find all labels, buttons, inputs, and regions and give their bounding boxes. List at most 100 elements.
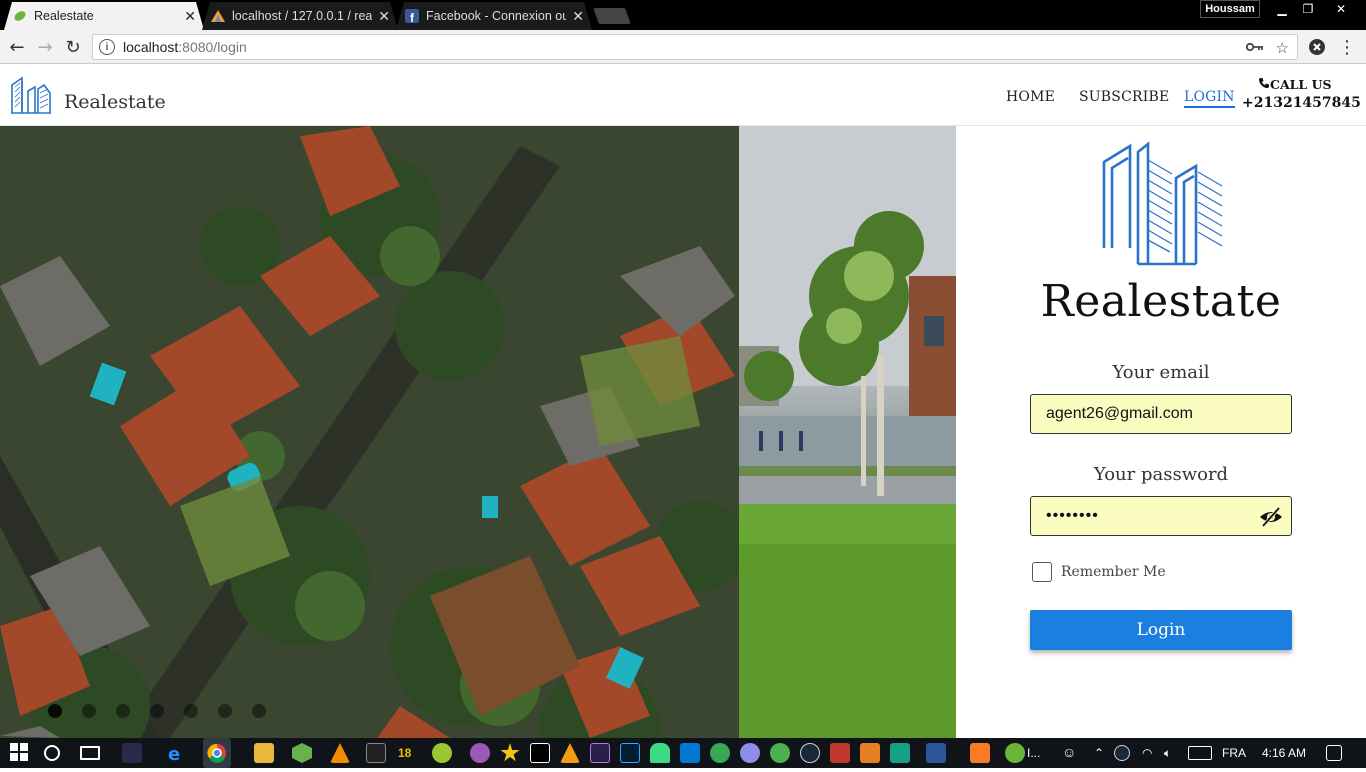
street-house-image <box>739 126 956 738</box>
fox-app-icon[interactable] <box>122 743 142 763</box>
tor-icon[interactable] <box>740 743 760 763</box>
facebook-icon: f <box>404 8 420 24</box>
leaf-icon <box>12 8 28 24</box>
new-tab-button[interactable] <box>593 8 631 24</box>
close-tab-icon[interactable]: ✕ <box>572 8 584 25</box>
spring-icon[interactable] <box>1005 743 1025 763</box>
extension-icon[interactable] <box>1304 34 1330 60</box>
password-label: Your password <box>1093 464 1229 485</box>
carousel-dot[interactable] <box>184 704 198 718</box>
sail-icon <box>210 8 226 24</box>
remember-me[interactable]: Remember Me <box>1032 562 1166 582</box>
windows-start-icon[interactable] <box>10 743 30 763</box>
url-host: localhost <box>123 39 179 55</box>
tab-phpmyadmin[interactable]: localhost / 127.0.0.1 / rea ✕ <box>202 2 398 30</box>
remember-label: Remember Me <box>1061 564 1166 580</box>
app-hexagon-icon[interactable] <box>292 743 312 763</box>
close-window-icon[interactable]: ✕ <box>1326 0 1356 18</box>
email-label: Your email <box>1112 362 1210 383</box>
nav-login[interactable]: LOGIN <box>1184 89 1235 108</box>
email-field[interactable]: agent26@gmail.com <box>1030 394 1292 434</box>
menu-kebab-icon[interactable]: ⋮ <box>1334 34 1360 60</box>
purple-app-icon[interactable] <box>470 743 490 763</box>
cortana-icon[interactable] <box>44 745 60 761</box>
word-icon[interactable] <box>926 743 946 763</box>
android-studio-icon[interactable] <box>650 743 670 763</box>
key-icon[interactable] <box>1245 40 1264 57</box>
svg-text:e: e <box>168 744 180 763</box>
email-value: agent26@gmail.com <box>1046 405 1193 422</box>
carousel-dot[interactable] <box>116 704 130 718</box>
carousel-dot[interactable] <box>48 704 62 718</box>
info-icon[interactable]: i <box>99 39 115 55</box>
restore-icon[interactable]: ❐ <box>1294 0 1322 18</box>
login-title: Realestate <box>1040 276 1282 327</box>
warning-app-icon[interactable] <box>560 743 580 763</box>
intellij-icon[interactable] <box>530 743 550 763</box>
wifi-icon[interactable]: ◠ <box>1142 746 1152 760</box>
red-app-icon[interactable] <box>830 743 850 763</box>
xampp-icon[interactable] <box>970 743 990 763</box>
close-tab-icon[interactable]: ✕ <box>184 8 196 25</box>
language-indicator[interactable]: FRA <box>1222 746 1246 760</box>
carousel-dot[interactable] <box>252 704 266 718</box>
file-explorer-icon[interactable] <box>254 743 274 763</box>
tab-facebook[interactable]: f Facebook - Connexion ou ✕ <box>396 2 592 30</box>
aerial-neighborhood-image <box>0 126 739 738</box>
green-app-icon[interactable] <box>710 743 730 763</box>
remember-checkbox[interactable] <box>1032 562 1052 582</box>
tab-title: localhost / 127.0.0.1 / rea <box>232 9 373 23</box>
phone-icon <box>1258 77 1270 92</box>
password-field[interactable]: •••••••• <box>1030 496 1292 536</box>
steam-icon[interactable] <box>800 743 820 763</box>
back-icon[interactable]: ← <box>4 34 30 60</box>
login-button[interactable]: Login <box>1030 610 1292 650</box>
task-view-icon[interactable] <box>80 746 100 760</box>
address-bar[interactable]: i localhost :8080/login ☆ <box>92 34 1298 60</box>
password-value: •••••••• <box>1046 507 1099 524</box>
building-logo-icon <box>10 75 52 119</box>
people-icon[interactable]: ☺ <box>1062 744 1076 760</box>
tab-realestate[interactable]: Realestate ✕ <box>4 2 204 30</box>
reload-icon[interactable]: ↻ <box>60 34 86 60</box>
close-tab-icon[interactable]: ✕ <box>378 8 390 25</box>
carousel-dot[interactable] <box>82 704 96 718</box>
minimize-icon[interactable]: ▁ <box>1268 0 1296 18</box>
chrome-taskbar-button[interactable] <box>203 738 231 768</box>
notifications-icon[interactable] <box>1326 745 1342 761</box>
call-us-label: CALL US <box>1270 77 1332 92</box>
xbox-icon[interactable] <box>770 743 790 763</box>
steam-tray-icon[interactable] <box>1114 745 1130 761</box>
star-app-icon[interactable] <box>500 743 520 762</box>
photoshop-icon[interactable] <box>620 743 640 763</box>
edge-icon[interactable]: e <box>166 743 186 765</box>
keyboard-icon[interactable] <box>1188 746 1212 760</box>
brand-logo-link[interactable]: Realestate <box>10 75 166 119</box>
url-path: :8080/login <box>178 39 247 55</box>
nav-home[interactable]: HOME <box>1006 89 1055 105</box>
hero-carousel <box>0 126 956 738</box>
vscode-icon[interactable] <box>680 743 700 763</box>
eye-slash-icon[interactable] <box>1259 506 1283 528</box>
volume-icon[interactable]: 🔈︎ <box>1164 746 1171 761</box>
bookmark-star-icon[interactable]: ☆ <box>1276 39 1289 57</box>
orange-app-icon[interactable] <box>860 743 880 763</box>
carousel-dot[interactable] <box>218 704 232 718</box>
badge-18-icon[interactable]: 18 <box>398 746 411 760</box>
chevron-up-icon[interactable]: ⌃ <box>1094 746 1104 760</box>
building-logo-icon <box>1100 138 1226 270</box>
phone-number[interactable]: +21321457845 <box>1242 95 1361 111</box>
nav-subscribe[interactable]: SUBSCRIBE <box>1079 89 1169 105</box>
android-app-icon[interactable] <box>432 743 452 763</box>
phpstorm-icon[interactable] <box>590 743 610 763</box>
profile-button[interactable]: Houssam <box>1200 0 1260 18</box>
forward-icon[interactable]: → <box>32 34 58 60</box>
clock[interactable]: 4:16 AM <box>1262 746 1306 760</box>
carousel-dot[interactable] <box>150 704 164 718</box>
vlc-icon[interactable] <box>330 743 350 763</box>
epic-games-icon[interactable] <box>366 743 386 763</box>
carousel-indicators <box>48 704 266 718</box>
windows-taskbar: e 18 I... ☺ ⌃ ◠ 🔈︎ FRA 4:16 AM <box>0 738 1366 768</box>
active-window-label[interactable]: I... <box>1027 746 1040 760</box>
teal-app-icon[interactable] <box>890 743 910 763</box>
